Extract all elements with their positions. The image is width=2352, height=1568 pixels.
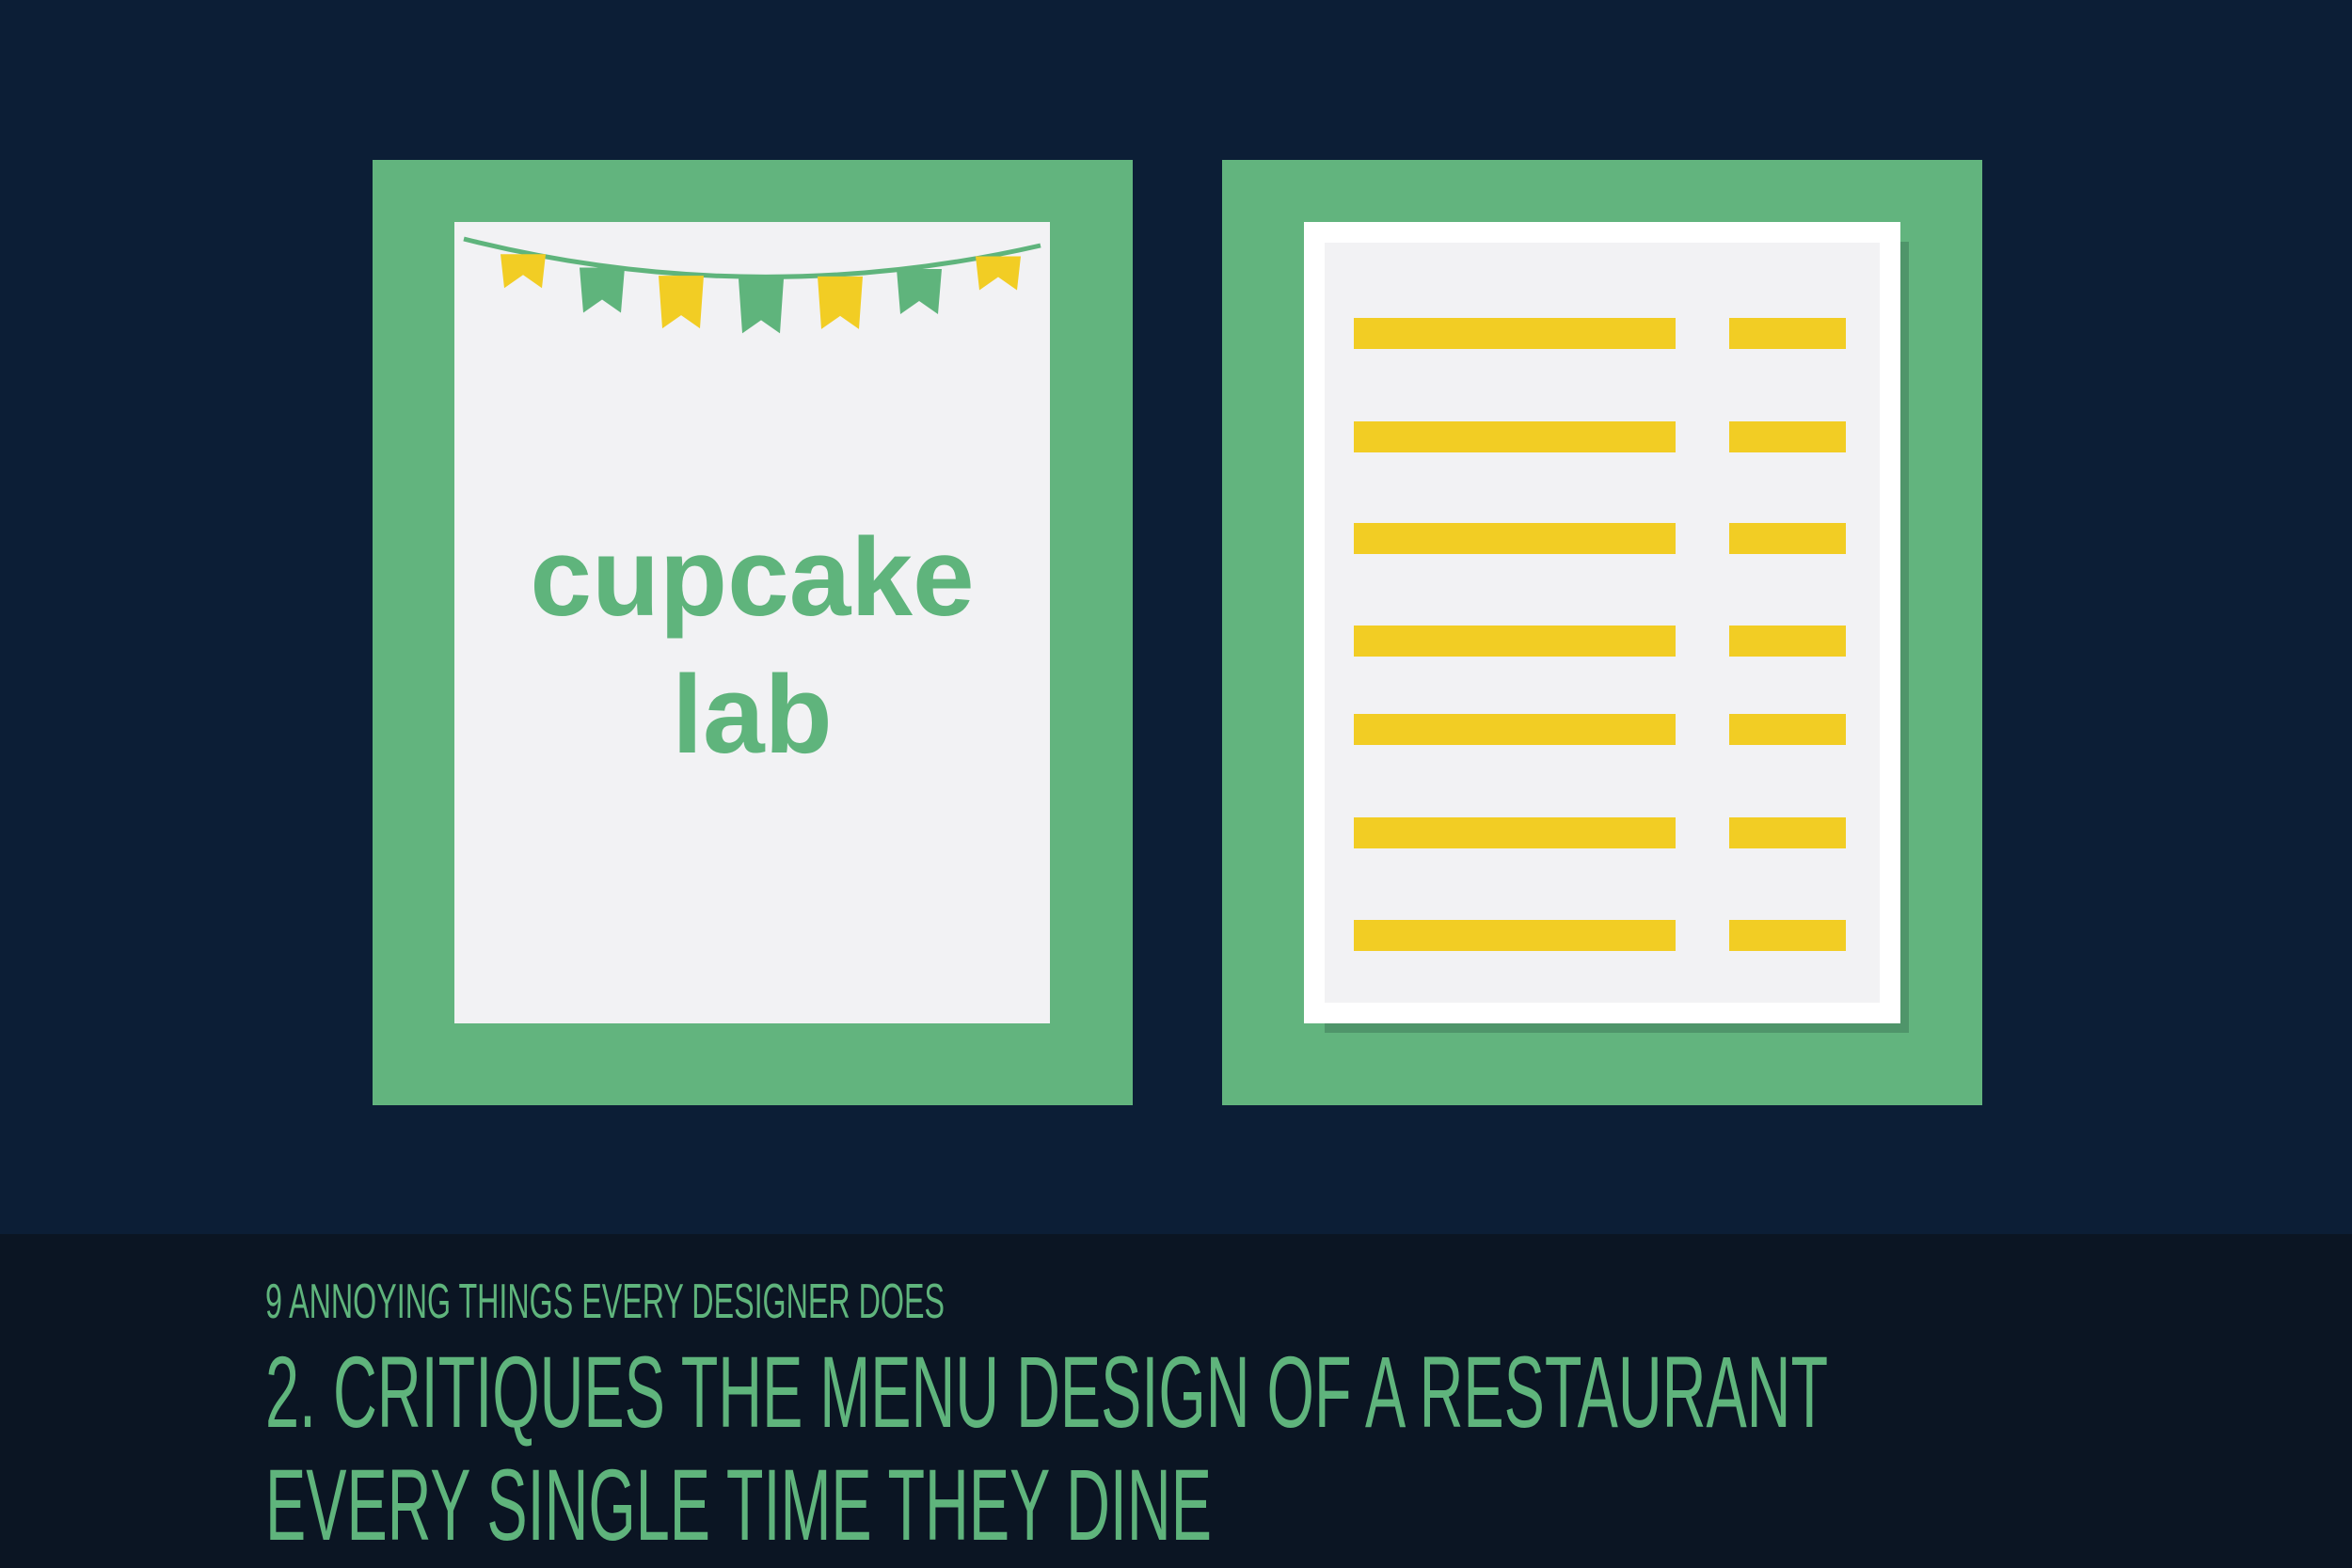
menu-price-line — [1729, 318, 1846, 349]
caption-title-line-2: EVERY SINGLE TIME THEY DINE — [265, 1448, 1212, 1561]
bunting-banner — [463, 236, 1041, 334]
menu-price-line — [1729, 920, 1846, 951]
brand-line-cupcake: cupcake — [530, 515, 975, 640]
illustration: cupcake lab — [0, 0, 2352, 1234]
caption-kicker: 9 ANNOYING THINGS EVERY DESIGNER DOES — [265, 1275, 946, 1329]
bunting-flag — [897, 268, 942, 314]
brand-line-lab: lab — [672, 653, 833, 777]
menu-cover-panel: cupcake lab — [373, 160, 1133, 1105]
menu-inner-panel — [1222, 160, 1982, 1105]
bunting-flag — [501, 254, 546, 289]
menu-item-line — [1354, 817, 1676, 848]
menu-item-line — [1354, 920, 1676, 951]
bunting-flag — [580, 267, 625, 313]
menu-price-line — [1729, 817, 1846, 848]
caption-title: 2. CRITIQUES THE MENU DESIGN OF A RESTAU… — [265, 1336, 1828, 1561]
menu-price-line — [1729, 714, 1846, 745]
bunting-flag — [739, 278, 784, 334]
bunting-flag — [818, 276, 863, 329]
brand-logo: cupcake lab — [454, 509, 1050, 784]
bunting-string — [463, 236, 1041, 279]
menu-item-line — [1354, 421, 1676, 452]
menu-item-line — [1354, 318, 1676, 349]
bunting-flag — [976, 256, 1021, 291]
menu-inner-page-fill — [1325, 243, 1880, 1003]
menu-item-line — [1354, 714, 1676, 745]
caption-band: 9 ANNOYING THINGS EVERY DESIGNER DOES 2.… — [0, 1234, 2352, 1568]
menu-price-line — [1729, 421, 1846, 452]
menu-item-line — [1354, 626, 1676, 657]
menu-cover-page: cupcake lab — [454, 222, 1050, 1023]
menu-item-line — [1354, 523, 1676, 554]
menu-price-line — [1729, 626, 1846, 657]
bunting-flag — [659, 276, 704, 329]
menu-inner-page — [1304, 222, 1900, 1023]
caption-title-line-1: 2. CRITIQUES THE MENU DESIGN OF A RESTAU… — [265, 1335, 1829, 1449]
menu-price-line — [1729, 523, 1846, 554]
